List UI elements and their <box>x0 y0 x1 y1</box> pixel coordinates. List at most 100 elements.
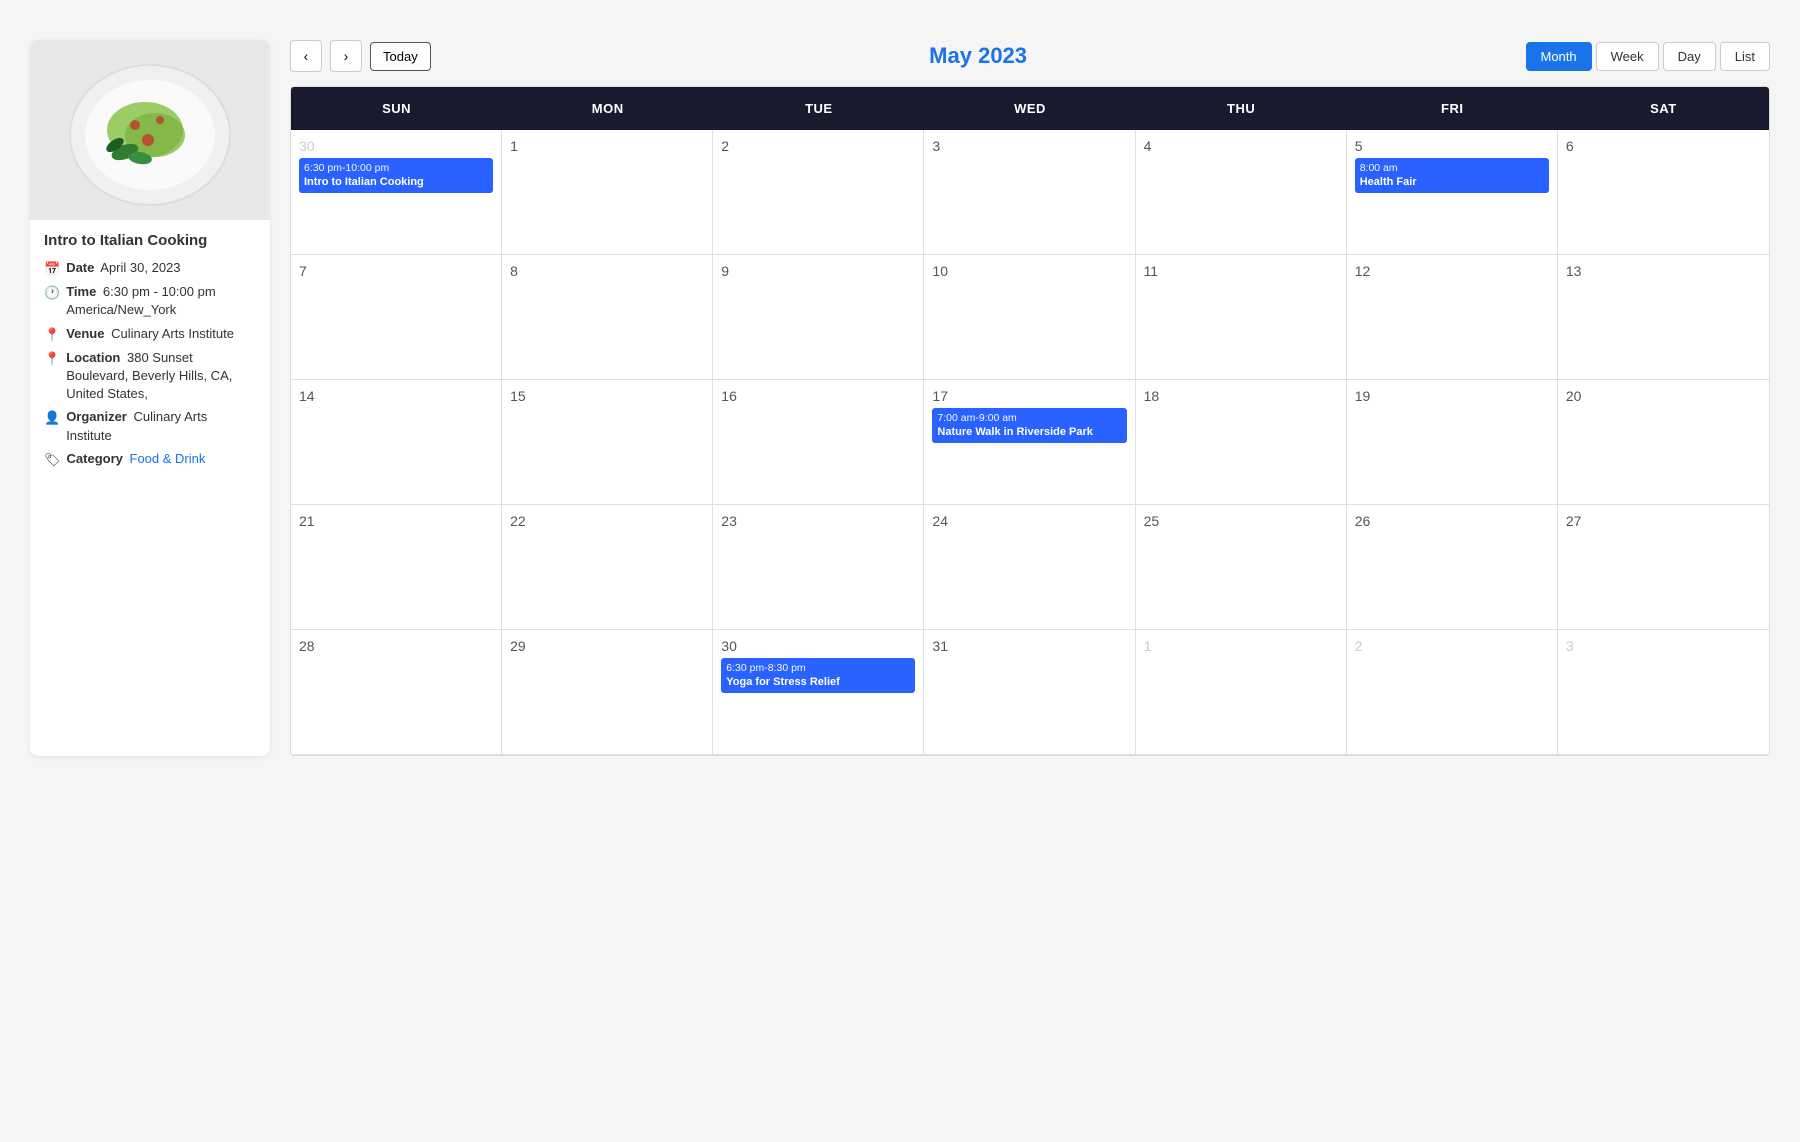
category-link[interactable]: Food & Drink <box>130 451 206 466</box>
prev-button[interactable]: ‹ <box>290 40 322 72</box>
cell-date: 14 <box>299 388 493 404</box>
event-name: Nature Walk in Riverside Park <box>937 425 1121 440</box>
cell-date: 2 <box>721 138 915 154</box>
timezone-value: America/New_York <box>66 302 176 317</box>
organizer-icon: 👤 <box>44 409 60 427</box>
calendar-header: SUN MON TUE WED THU FRI SAT <box>291 87 1769 130</box>
header-thu: THU <box>1136 87 1347 130</box>
time-value: 6:30 pm - 10:00 pm <box>103 284 216 299</box>
calendar-cell: 22 <box>502 505 713 630</box>
time-label: Time <box>66 284 96 299</box>
calendar-cell: 4 <box>1136 130 1347 255</box>
venue-label: Venue <box>66 326 104 341</box>
event-category-row: 🏷 Category Food & Drink <box>44 450 256 469</box>
organizer-label: Organizer <box>66 409 127 424</box>
calendar-event[interactable]: 6:30 pm-10:00 pmIntro to Italian Cooking <box>299 158 493 193</box>
cell-date: 15 <box>510 388 704 404</box>
view-list-button[interactable]: List <box>1720 42 1770 71</box>
cell-date: 24 <box>932 513 1126 529</box>
calendar-cell: 30 6:30 pm-10:00 pmIntro to Italian Cooki… <box>291 130 502 255</box>
cell-date: 11 <box>1144 263 1338 279</box>
calendar-cell: 6 <box>1558 130 1769 255</box>
month-title: May 2023 <box>439 43 1518 69</box>
calendar-cell: 2 <box>713 130 924 255</box>
cell-date: 7 <box>299 263 493 279</box>
event-name: Health Fair <box>1360 175 1544 190</box>
event-date-row: 📅 Date April 30, 2023 <box>44 259 256 278</box>
header-mon: MON <box>502 87 713 130</box>
event-time: 7:00 am-9:00 am <box>937 411 1121 425</box>
calendar-cell: 3 <box>924 130 1135 255</box>
event-time: 6:30 pm-10:00 pm <box>304 161 488 175</box>
event-name: Yoga for Stress Relief <box>726 675 910 690</box>
calendar-cell: 8 <box>502 255 713 380</box>
calendar-cell: 21 <box>291 505 502 630</box>
cell-date: 9 <box>721 263 915 279</box>
calendar-event[interactable]: 8:00 amHealth Fair <box>1355 158 1549 193</box>
date-label: Date <box>66 260 94 275</box>
calendar-cell: 1 <box>1136 630 1347 755</box>
view-month-button[interactable]: Month <box>1526 42 1592 71</box>
clock-icon: 🕐 <box>44 284 60 302</box>
next-button[interactable]: › <box>330 40 362 72</box>
cell-date: 13 <box>1566 263 1761 279</box>
calendar-cell: 28 <box>291 630 502 755</box>
calendar-container: ‹ › Today May 2023 Month Week Day List S… <box>290 40 1770 756</box>
cell-date: 6 <box>1566 138 1761 154</box>
calendar-cell: 15 <box>502 380 713 505</box>
event-location-row: 📍 Location 380 Sunset Boulevard, Beverly… <box>44 349 256 404</box>
cell-date: 28 <box>299 638 493 654</box>
calendar-cell: 11 <box>1136 255 1347 380</box>
view-week-button[interactable]: Week <box>1596 42 1659 71</box>
calendar-event[interactable]: 6:30 pm-8:30 pmYoga for Stress Relief <box>721 658 915 693</box>
calendar-cell: 31 <box>924 630 1135 755</box>
event-image <box>30 40 270 220</box>
cell-date: 12 <box>1355 263 1549 279</box>
calendar-cell: 12 <box>1347 255 1558 380</box>
calendar-cell: 2 <box>1347 630 1558 755</box>
header-sat: SAT <box>1558 87 1769 130</box>
event-organizer-row: 👤 Organizer Culinary Arts Institute <box>44 408 256 444</box>
calendar-cell: 9 <box>713 255 924 380</box>
view-day-button[interactable]: Day <box>1663 42 1716 71</box>
calendar-cell: 10 <box>924 255 1135 380</box>
cell-date: 18 <box>1144 388 1338 404</box>
cell-date: 27 <box>1566 513 1761 529</box>
event-time: 8:00 am <box>1360 161 1544 175</box>
calendar-cell: 25 <box>1136 505 1347 630</box>
calendar-icon: 📅 <box>44 260 60 278</box>
cell-date: 31 <box>932 638 1126 654</box>
header-tue: TUE <box>713 87 924 130</box>
venue-icon: 📍 <box>44 326 60 344</box>
calendar-body: 30 6:30 pm-10:00 pmIntro to Italian Cooki… <box>291 130 1769 755</box>
cell-date: 1 <box>510 138 704 154</box>
calendar-cell: 14 <box>291 380 502 505</box>
venue-value: Culinary Arts Institute <box>111 326 234 341</box>
calendar-cell: 58:00 amHealth Fair <box>1347 130 1558 255</box>
toolbar: ‹ › Today May 2023 Month Week Day List <box>290 40 1770 72</box>
event-time: 6:30 pm-8:30 pm <box>726 661 910 675</box>
header-wed: WED <box>924 87 1135 130</box>
event-time-row: 🕐 Time 6:30 pm - 10:00 pm America/New_Yo… <box>44 283 256 319</box>
cell-date: 8 <box>510 263 704 279</box>
calendar-cell: 20 <box>1558 380 1769 505</box>
calendar-cell: 13 <box>1558 255 1769 380</box>
page: Intro to Italian Cooking 📅 Date April 30… <box>0 0 1800 796</box>
cell-date: 21 <box>299 513 493 529</box>
cell-date: 10 <box>932 263 1126 279</box>
cell-date: 4 <box>1144 138 1338 154</box>
today-button[interactable]: Today <box>370 42 431 71</box>
cell-date: 29 <box>510 638 704 654</box>
cell-date: 30 <box>299 138 493 154</box>
cell-date: 2 <box>1355 638 1549 654</box>
location-icon: 📍 <box>44 350 60 368</box>
calendar-cell: 3 <box>1558 630 1769 755</box>
calendar-cell: 29 <box>502 630 713 755</box>
event-name: Intro to Italian Cooking <box>304 175 488 190</box>
calendar-event[interactable]: 7:00 am-9:00 amNature Walk in Riverside … <box>932 408 1126 443</box>
cell-date: 30 <box>721 638 915 654</box>
location-label: Location <box>66 350 120 365</box>
calendar-cell: 1 <box>502 130 713 255</box>
date-value: April 30, 2023 <box>100 260 180 275</box>
view-buttons: Month Week Day List <box>1526 42 1771 71</box>
